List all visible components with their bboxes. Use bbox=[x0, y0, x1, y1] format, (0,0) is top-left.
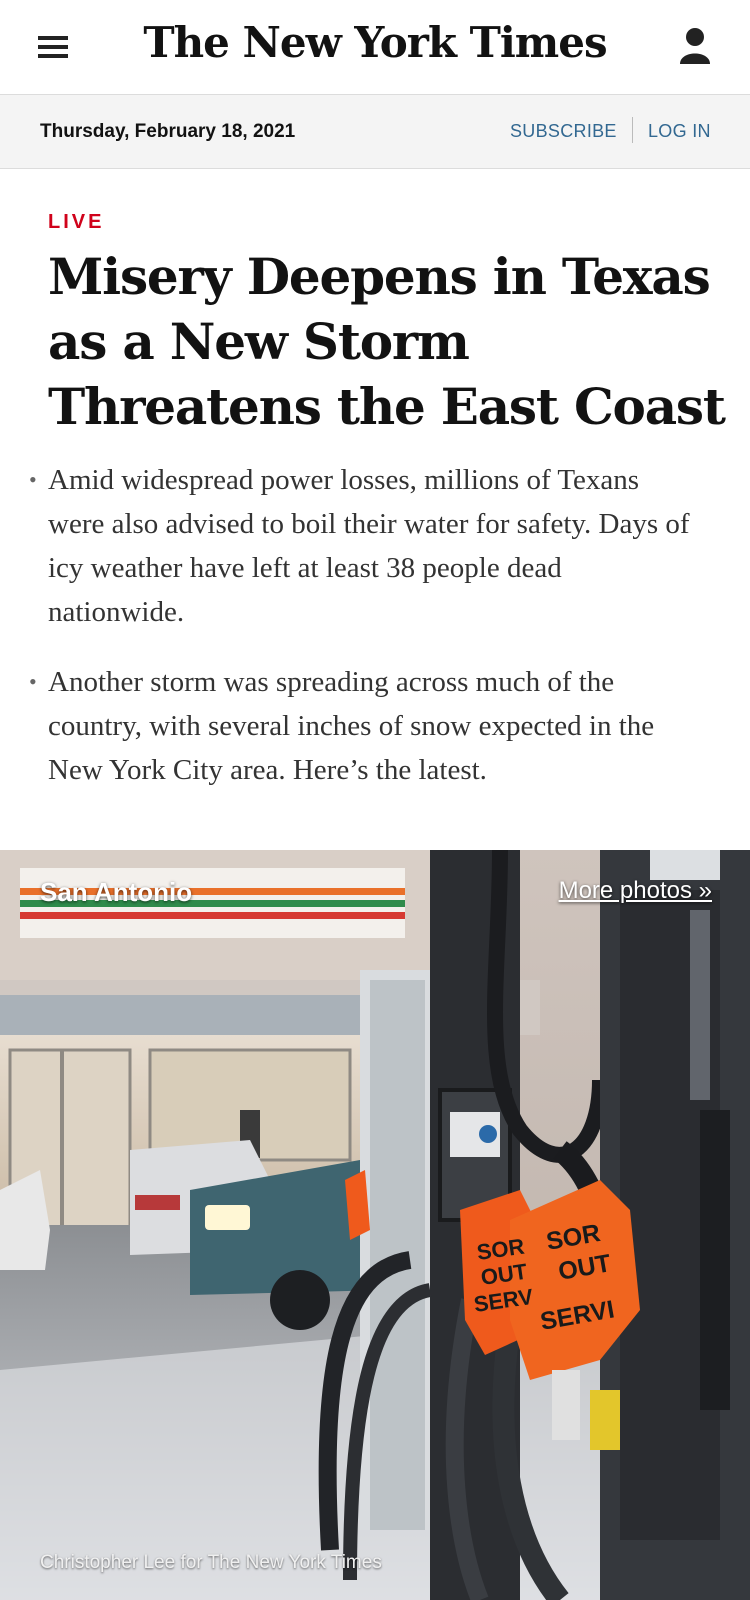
current-date: Thursday, February 18, 2021 bbox=[40, 121, 296, 142]
date-bar: Thursday, February 18, 2021 SUBSCRIBE LO… bbox=[0, 95, 750, 169]
summary-bullet-text: Another storm was spreading across much … bbox=[48, 666, 655, 786]
top-navigation-bar: The New York Times bbox=[0, 0, 750, 95]
bullet-dot-icon: • bbox=[29, 669, 37, 694]
summary-bullet-text: Amid widespread power losses, millions o… bbox=[48, 464, 690, 628]
login-link[interactable]: LOG IN bbox=[648, 121, 711, 142]
subscribe-link[interactable]: SUBSCRIBE bbox=[510, 121, 617, 142]
live-label: LIVE bbox=[48, 211, 105, 233]
gas-station-photo-illustration: SOR OUT SERV SOR OUT SERVI bbox=[0, 850, 750, 1600]
photo-location-label: San Antonio bbox=[40, 877, 193, 907]
bullet-dot-icon: • bbox=[29, 467, 37, 492]
lead-photo[interactable]: SOR OUT SERV SOR OUT SERVI San Antonio M… bbox=[0, 850, 750, 1600]
summary-bullet: • Another storm was spreading across muc… bbox=[0, 660, 698, 792]
masthead-logo[interactable]: The New York Times bbox=[0, 18, 750, 67]
article-headline[interactable]: Misery Deepens in Texas as a New Storm T… bbox=[48, 244, 728, 439]
photo-credit: Christopher Lee for The New York Times bbox=[40, 1552, 382, 1573]
summary-bullet: • Amid widespread power losses, millions… bbox=[0, 458, 698, 634]
summary-bullets: • Amid widespread power losses, millions… bbox=[0, 458, 750, 818]
more-photos-link[interactable]: More photos » bbox=[559, 877, 712, 905]
account-user-icon[interactable] bbox=[678, 26, 712, 66]
link-divider bbox=[632, 117, 633, 143]
